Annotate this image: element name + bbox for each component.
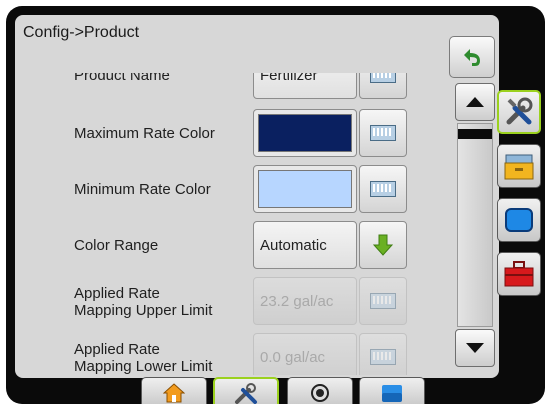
- return-arrow-icon: [464, 49, 480, 66]
- bottom-tab-gps[interactable]: [287, 377, 353, 404]
- tools-icon: [506, 97, 533, 125]
- keyboard-icon: [370, 293, 396, 309]
- lower-limit-keyboard-button: [359, 333, 407, 375]
- max-rate-color-fill: [258, 114, 352, 152]
- upper-limit-label: Applied Rate Mapping Upper Limit: [74, 285, 212, 319]
- min-rate-color-fill: [258, 170, 352, 208]
- config-product-screen: Config->Product Product Name Fertilizer …: [15, 15, 499, 378]
- gps-icon: [311, 383, 329, 402]
- setting-row-product-name: Product Name Fertilizer: [15, 73, 455, 101]
- upper-limit-keyboard-button: [359, 277, 407, 325]
- lower-limit-label-line2: Mapping Lower Limit: [74, 358, 213, 375]
- max-rate-color-swatch[interactable]: [253, 109, 357, 157]
- lower-limit-label: Applied Rate Mapping Lower Limit: [74, 341, 212, 375]
- upper-limit-label-line2: Mapping Upper Limit: [74, 302, 213, 319]
- side-tab-display[interactable]: [497, 198, 541, 242]
- upper-limit-label-line1: Applied Rate: [74, 285, 160, 302]
- lower-limit-field: 0.0 gal/ac: [253, 333, 357, 375]
- product-name-keyboard-button[interactable]: [359, 73, 407, 99]
- tools-icon: [235, 383, 257, 404]
- scroll-down-icon: [466, 343, 484, 353]
- scroll-thumb[interactable]: [458, 129, 492, 139]
- product-name-field[interactable]: Fertilizer: [253, 73, 357, 99]
- keyboard-icon: [370, 349, 396, 365]
- keyboard-icon: [370, 73, 396, 83]
- green-down-arrow-icon: [373, 234, 393, 256]
- side-tab-console[interactable]: [497, 144, 541, 188]
- device-frame: Config->Product Product Name Fertilizer …: [6, 6, 545, 404]
- side-tab-toolbox[interactable]: [497, 252, 541, 296]
- min-rate-color-keyboard-button[interactable]: [359, 165, 407, 213]
- setting-row-upper-limit: Applied Rate Mapping Upper Limit 23.2 ga…: [15, 277, 455, 327]
- back-button[interactable]: [449, 36, 495, 78]
- setting-row-lower-limit: Applied Rate Mapping Lower Limit 0.0 gal…: [15, 333, 455, 375]
- max-rate-color-keyboard-button[interactable]: [359, 109, 407, 157]
- bottom-tab-home[interactable]: [141, 377, 207, 404]
- console-icon: [504, 154, 534, 180]
- scrollbar[interactable]: [455, 73, 497, 376]
- home-icon: [163, 382, 185, 402]
- bottom-tab-tools[interactable]: [213, 377, 279, 404]
- setting-row-color-range: Color Range Automatic: [15, 221, 455, 271]
- toolbox-icon: [504, 261, 534, 287]
- scroll-track[interactable]: [457, 123, 493, 327]
- keyboard-icon: [370, 125, 396, 141]
- display-icon: [505, 208, 533, 232]
- min-rate-color-label: Minimum Rate Color: [74, 181, 211, 198]
- settings-list: Product Name Fertilizer Maximum Rate Col…: [15, 73, 455, 375]
- side-tab-tools[interactable]: [497, 90, 541, 134]
- color-range-dropdown-button[interactable]: [359, 221, 407, 269]
- scroll-up-button[interactable]: [455, 83, 495, 121]
- bottom-tab-data[interactable]: [359, 377, 425, 404]
- min-rate-color-swatch[interactable]: [253, 165, 357, 213]
- color-range-label: Color Range: [74, 237, 159, 254]
- keyboard-icon: [370, 181, 396, 197]
- page-title: Config->Product: [23, 24, 140, 41]
- color-range-field[interactable]: Automatic: [253, 221, 357, 269]
- setting-row-min-rate-color: Minimum Rate Color: [15, 165, 455, 215]
- lower-limit-label-line1: Applied Rate: [74, 341, 160, 358]
- scroll-up-icon: [466, 97, 484, 107]
- data-icon: [382, 384, 402, 402]
- scroll-down-button[interactable]: [455, 329, 495, 367]
- setting-row-max-rate-color: Maximum Rate Color: [15, 109, 455, 159]
- upper-limit-field: 23.2 gal/ac: [253, 277, 357, 325]
- max-rate-color-label: Maximum Rate Color: [74, 125, 215, 142]
- product-name-label: Product Name: [74, 73, 170, 84]
